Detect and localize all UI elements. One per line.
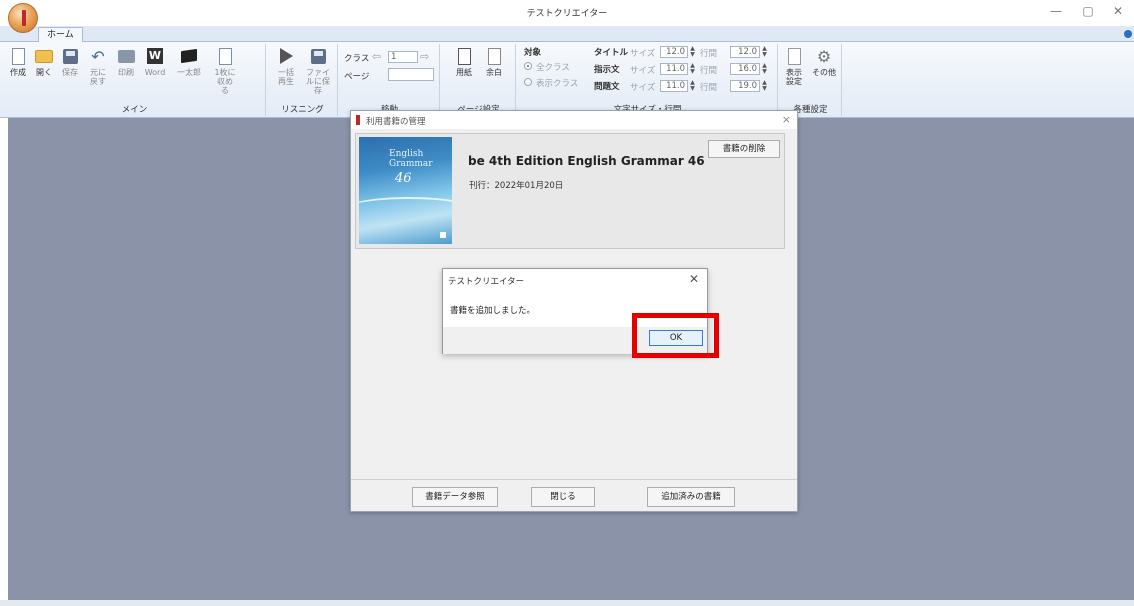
book-cover-image: English Grammar 46 (359, 137, 452, 244)
group-font-size: 対象 全クラス 表示クラス タイトル サイズ 12.0 ▲ ▼ 行間 12.0 ▲… (518, 44, 778, 116)
ribbon: 作成 開く 保存 ↶ 元に戻す 印刷 W Word 一太郎 1枚に収める メイン… (0, 42, 1134, 118)
status-bar (0, 600, 1134, 606)
page-dropdown[interactable] (388, 68, 434, 81)
class-prev-icon[interactable]: ⇦ (372, 50, 381, 63)
page-label: ページ (344, 72, 370, 82)
new-document-icon (9, 46, 27, 66)
title-size-spinner[interactable]: ▲ ▼ (689, 46, 696, 58)
group-listening-label: リスニング (281, 105, 324, 115)
display-settings-icon (785, 46, 803, 66)
play-all-button[interactable]: 一括再生 (274, 46, 298, 86)
message-box-title: テストクリエイター (448, 277, 525, 287)
other-settings-button[interactable]: ⚙ その他 (810, 46, 838, 78)
tab-home[interactable]: ホーム (38, 27, 83, 43)
paper-icon (455, 46, 473, 66)
class-next-icon[interactable]: ⇨ (420, 50, 429, 63)
group-settings: 表示設定 ⚙ その他 各種設定 (780, 44, 842, 116)
undo-button[interactable]: ↶ 元に戻す (84, 46, 112, 87)
folder-icon (35, 46, 53, 66)
printer-icon (117, 46, 135, 66)
question-spacing-input[interactable]: 19.0 (730, 80, 760, 92)
message-box: テストクリエイター ✕ 書籍を追加しました。 OK (442, 268, 708, 354)
title-bar: テストクリエイター — ▢ ✕ (0, 0, 1134, 26)
question-spacing-spinner[interactable]: ▲ ▼ (761, 80, 768, 92)
paper-button[interactable]: 用紙 (452, 46, 476, 77)
help-icon[interactable] (1124, 30, 1132, 38)
save-icon (61, 46, 79, 66)
open-button[interactable]: 開く (32, 46, 56, 77)
ichitaro-icon (180, 46, 198, 66)
play-icon (277, 46, 295, 66)
group-listening: 一括再生 ファイルに保存 リスニング (268, 44, 338, 116)
group-move: クラス ⇦ 1 ⇨ ページ 移動 (340, 44, 440, 116)
app-menu-button[interactable] (8, 3, 38, 33)
word-export-button[interactable]: W Word (140, 46, 170, 77)
message-box-close-icon[interactable]: ✕ (689, 272, 699, 286)
dialog-close-button[interactable]: 閉じる (531, 487, 595, 507)
ribbon-tab-row: ホーム (0, 26, 1134, 43)
book-data-reference-button[interactable]: 書籍データ参照 (412, 487, 498, 507)
minimize-button[interactable]: — (1046, 4, 1066, 18)
instruction-size-input[interactable]: 11.0 (660, 63, 688, 75)
print-button[interactable]: 印刷 (114, 46, 138, 77)
dialog-title-bar: 利用書籍の管理 × (351, 111, 797, 129)
message-box-text: 書籍を追加しました。 (450, 306, 536, 316)
fit-page-icon (216, 46, 234, 66)
group-main: 作成 開く 保存 ↶ 元に戻す 印刷 W Word 一太郎 1枚に収める メイン (4, 44, 266, 116)
undo-icon: ↶ (91, 46, 105, 66)
radio-display-class[interactable] (524, 78, 532, 86)
dialog-app-icon (356, 115, 360, 125)
save-file-icon (309, 46, 327, 66)
class-label: クラス (344, 54, 370, 64)
margin-button[interactable]: 余白 (482, 46, 506, 77)
window-title: テストクリエイター (526, 9, 608, 19)
instruction-spacing-spinner[interactable]: ▲ ▼ (761, 63, 768, 75)
title-size-input[interactable]: 12.0 (660, 46, 688, 58)
question-size-spinner[interactable]: ▲ ▼ (689, 80, 696, 92)
save-button[interactable]: 保存 (58, 46, 82, 77)
title-spacing-input[interactable]: 12.0 (730, 46, 760, 58)
dialog-title: 利用書籍の管理 (366, 117, 426, 127)
title-spacing-spinner[interactable]: ▲ ▼ (761, 46, 768, 58)
book-item[interactable]: English Grammar 46 be 4th Edition English… (355, 133, 785, 249)
display-settings-button[interactable]: 表示設定 (782, 46, 806, 86)
instruction-size-spinner[interactable]: ▲ ▼ (689, 63, 696, 75)
ok-button[interactable]: OK (649, 330, 703, 346)
group-page-settings: 用紙 余白 ページ設定 (442, 44, 516, 116)
ichitaro-export-button[interactable]: 一太郎 (172, 46, 206, 77)
save-audio-button[interactable]: ファイルに保存 (304, 46, 332, 95)
maximize-button[interactable]: ▢ (1078, 4, 1098, 18)
group-main-label: メイン (121, 105, 148, 115)
book-title: be 4th Edition English Grammar 46 (468, 154, 705, 168)
added-books-button[interactable]: 追加済みの書籍 (647, 487, 735, 507)
question-size-input[interactable]: 11.0 (660, 80, 688, 92)
book-publish-date: 刊行：2022年01月20日 (469, 181, 564, 191)
fit-one-page-button[interactable]: 1枚に収める (210, 46, 240, 95)
radio-all-classes[interactable] (524, 62, 532, 70)
gear-icon: ⚙ (816, 46, 832, 66)
word-icon: W (147, 48, 163, 64)
dialog-close-icon[interactable]: × (782, 113, 791, 126)
class-number-input[interactable]: 1 (388, 51, 418, 63)
app-logo-icon (22, 10, 26, 26)
delete-book-button[interactable]: 書籍の削除 (708, 140, 780, 158)
target-label: 対象 (524, 48, 542, 58)
margin-icon (485, 46, 503, 66)
close-button[interactable]: ✕ (1108, 4, 1128, 18)
create-button[interactable]: 作成 (6, 46, 30, 77)
instruction-spacing-input[interactable]: 16.0 (730, 63, 760, 75)
